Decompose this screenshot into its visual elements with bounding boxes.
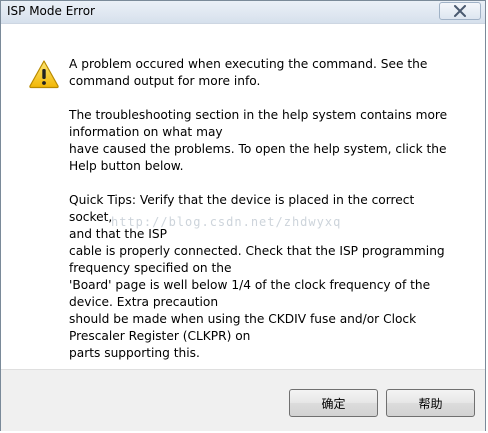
error-message: A problem occured when executing the com… — [69, 56, 459, 379]
dialog-window: ISP Mode Error A problem occured when ex… — [0, 0, 486, 431]
title-bar[interactable]: ISP Mode Error — [1, 1, 485, 24]
window-title: ISP Mode Error — [7, 4, 95, 18]
message-paragraph-1: A problem occured when executing the com… — [69, 57, 428, 88]
close-icon — [454, 5, 466, 17]
message-paragraph-3: Quick Tips: Verify that the device is pl… — [69, 193, 445, 360]
ok-button[interactable]: 确定 — [289, 389, 378, 417]
message-paragraph-2: The troubleshooting section in the help … — [69, 108, 448, 173]
help-button[interactable]: 帮助 — [386, 389, 475, 417]
button-bar: 确定 帮助 — [1, 369, 485, 431]
warning-icon — [29, 60, 59, 89]
close-button[interactable] — [439, 2, 481, 20]
dialog-content: A problem occured when executing the com… — [1, 24, 485, 369]
